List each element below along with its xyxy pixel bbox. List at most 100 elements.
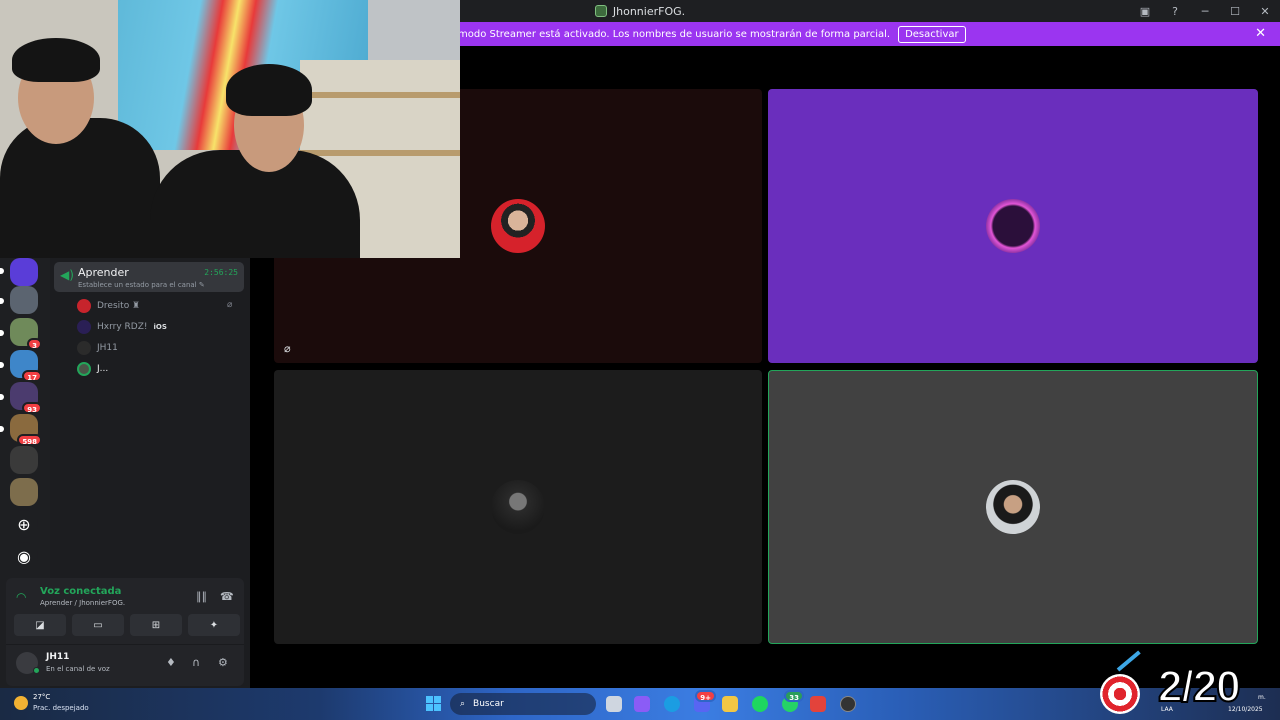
notification-badge: 33	[784, 690, 804, 702]
goal-counter: 2/20	[1157, 661, 1242, 712]
server-icon[interactable]: 93	[10, 382, 42, 414]
server-unread-pill	[0, 394, 4, 400]
mention-badge: 3	[27, 338, 42, 350]
server-icon[interactable]: 598	[10, 414, 42, 446]
participant-avatar	[986, 199, 1040, 253]
webcam-overlay	[0, 0, 460, 258]
server-unread-pill	[0, 426, 4, 432]
close-window-icon[interactable]: ✕	[1258, 5, 1272, 18]
microphone-icon[interactable]: ♦	[166, 656, 176, 669]
panel-divider	[6, 644, 244, 645]
add-server-icon[interactable]: ⊕	[10, 510, 38, 538]
voice-connected-title: Voz conectada	[40, 586, 122, 597]
server-unread-pill	[0, 362, 4, 368]
server-icon[interactable]: 17	[10, 350, 42, 382]
mic-muted-icon: ⌀	[227, 300, 233, 310]
weather-description: Prac. despejado	[33, 704, 89, 712]
online-status-dot	[33, 667, 40, 674]
brave-browser-icon[interactable]	[810, 696, 826, 712]
task-view-icon[interactable]	[606, 696, 622, 712]
channel-timer: 2:56:25	[204, 268, 238, 277]
inbox-icon[interactable]: ▣	[1138, 5, 1152, 18]
member-avatar	[77, 299, 91, 313]
close-banner-icon[interactable]: ✕	[1255, 26, 1266, 41]
voice-member[interactable]: JH11	[77, 339, 118, 357]
member-avatar	[77, 320, 91, 334]
disconnect-icon[interactable]: ☎	[220, 590, 234, 603]
video-tile-jh11[interactable]	[274, 370, 762, 644]
server-icon[interactable]	[10, 478, 38, 506]
webcam-person-right-hair	[226, 64, 312, 116]
speaker-icon: ◀)	[60, 268, 74, 282]
voice-member[interactable]: Hxrry RDZ! iOS	[77, 318, 167, 336]
edge-browser-icon[interactable]	[664, 696, 680, 712]
window-controls: ▣ ? ─ ☐ ✕	[1138, 0, 1272, 22]
voice-channel-aprender[interactable]: ◀) Aprender 2:56:25 Establece un estado …	[54, 262, 244, 292]
video-tile-hxrry[interactable]	[768, 89, 1258, 363]
noise-suppression-icon[interactable]: ∥∥	[196, 590, 207, 603]
server-icon[interactable]	[10, 258, 38, 286]
soundboard-button[interactable]: ✦	[188, 614, 240, 636]
channel-name: Aprender	[78, 266, 129, 279]
deactivate-button[interactable]: Desactivar	[898, 25, 966, 43]
member-avatar	[77, 341, 91, 355]
server-unread-pill	[0, 298, 4, 304]
webcam-person-left-hair	[12, 38, 100, 82]
window-title-text: JhonnierFOG.	[612, 4, 686, 18]
headphones-icon[interactable]: ∩	[192, 656, 200, 669]
server-icon[interactable]	[10, 286, 38, 314]
window-title: JhonnierFOG.	[594, 4, 686, 18]
activities-button[interactable]: ⊞	[130, 614, 182, 636]
discover-icon[interactable]: ◉	[10, 542, 38, 570]
notification-badge: 9+	[695, 690, 716, 702]
user-name: JH11	[46, 652, 70, 662]
video-tile-speaking[interactable]	[768, 370, 1258, 644]
voice-action-buttons: ◪ ▭ ⊞ ✦	[14, 614, 240, 636]
discord-app-icon[interactable]: 9+	[694, 690, 716, 712]
taskbar-search[interactable]: ⌕ Buscar	[450, 693, 596, 715]
ios-platform-badge: iOS	[153, 323, 167, 331]
voice-member[interactable]: Dresito ♜ ⌀	[77, 297, 232, 315]
file-explorer-icon[interactable]	[722, 696, 738, 712]
channel-status-input[interactable]: Establece un estado para el canal ✎	[78, 281, 205, 289]
voice-location[interactable]: Aprender / JhonnierFOG.	[40, 599, 125, 607]
dart-icon	[1116, 650, 1141, 672]
search-icon: ⌕	[460, 699, 466, 709]
webcam-shelf-board	[300, 150, 460, 156]
weather-icon[interactable]	[14, 696, 28, 710]
windows-taskbar: 27°C Prac. despejado ⌕ Buscar 9+ 33 LAA …	[0, 688, 1280, 720]
server-unread-pill	[0, 268, 4, 274]
settings-gear-icon[interactable]: ⚙	[218, 656, 228, 669]
camera-off-button[interactable]: ◪	[14, 614, 66, 636]
start-button-icon[interactable]	[426, 696, 441, 711]
server-icon[interactable]: 3	[10, 318, 42, 350]
member-name: Dresito ♜	[97, 301, 141, 311]
whatsapp-icon[interactable]: 33	[782, 690, 804, 712]
participant-avatar	[491, 480, 545, 534]
mention-badge: 598	[17, 434, 42, 446]
help-icon[interactable]: ?	[1168, 5, 1182, 18]
mention-badge: 17	[22, 370, 42, 382]
participant-avatar	[491, 199, 545, 253]
spotify-icon[interactable]	[752, 696, 768, 712]
user-voice-status: En el canal de voz	[46, 665, 110, 673]
webcam-person-left-body	[0, 118, 160, 258]
search-label: Buscar	[473, 699, 504, 709]
server-unread-pill	[0, 330, 4, 336]
copilot-icon[interactable]	[634, 696, 650, 712]
member-name: J...	[97, 364, 109, 374]
server-logo-icon	[594, 5, 607, 17]
mention-badge: 93	[22, 402, 42, 414]
discord-screen: JhonnierFOG. ▣ ? ─ ☐ ✕ modo Streamer est…	[0, 0, 1280, 720]
maximize-icon[interactable]: ☐	[1228, 5, 1242, 18]
target-icon	[1100, 674, 1140, 714]
member-name: JH11	[97, 343, 118, 353]
weather-temperature: 27°C	[33, 693, 51, 701]
server-icon[interactable]	[10, 446, 38, 474]
obs-icon[interactable]	[840, 696, 856, 712]
voice-member[interactable]: J...	[77, 360, 108, 378]
signal-icon[interactable]: ◠	[16, 590, 26, 604]
participant-avatar	[986, 480, 1040, 534]
screen-share-button[interactable]: ▭	[72, 614, 124, 636]
minimize-icon[interactable]: ─	[1198, 5, 1212, 18]
